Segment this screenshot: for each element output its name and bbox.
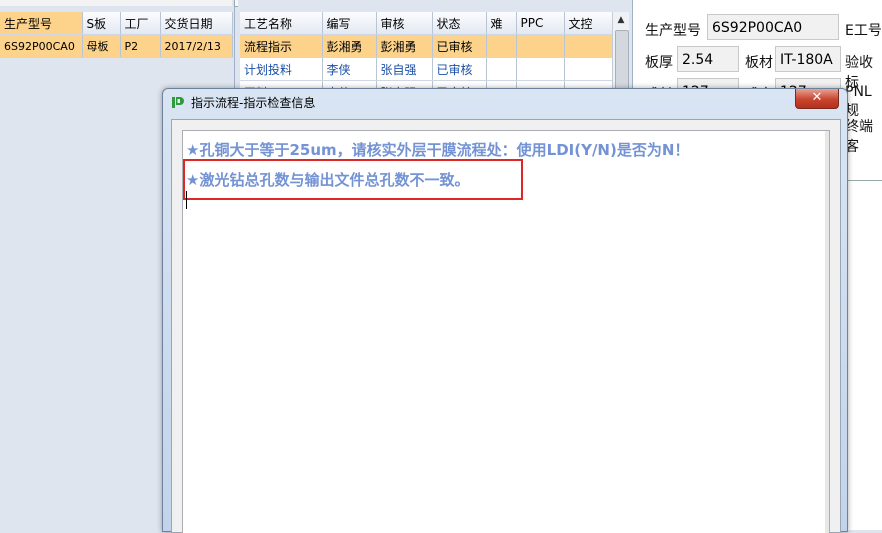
column-header-process-name[interactable]: 工艺名称 [240,12,323,35]
end-customer-label: 终端客 [845,119,873,155]
model-label: 生产型号 [645,23,701,39]
message-textarea[interactable]: ★孔铜大于等于25um，请核实外层干膜流程处：使用LDI(Y/N)是否为N！ ★… [182,130,830,533]
table-row[interactable]: 流程指示 彭湘勇 彭湘勇 已审核 [240,34,613,58]
toolbar-strip [0,0,232,6]
cell-status[interactable]: 已审核 [432,34,487,58]
column-header-ppc[interactable]: PPC [516,12,565,35]
material-label: 板材 [745,55,773,71]
dialog-body: ★孔铜大于等于25um，请核实外层干膜流程处：使用LDI(Y/N)是否为N！ ★… [171,119,841,533]
model-field[interactable]: 6S92P00CA0 [707,14,839,40]
scroll-up-arrow-icon[interactable]: ▲ [613,12,629,28]
production-list-table: 生产型号 S板 工厂 交货日期 6S92P00CA0 母板 P2 2017/2/… [0,12,233,58]
cell-difficulty[interactable] [486,57,517,81]
app-logo-icon [172,97,184,108]
cell-reviewer[interactable]: 张自强 [376,57,433,81]
cell-process-name[interactable]: 计划投料 [240,57,323,81]
cell-ppc[interactable] [516,34,565,58]
message-line-1: ★孔铜大于等于25um，请核实外层干膜流程处：使用LDI(Y/N)是否为N！ [186,141,690,159]
material-field[interactable]: IT-180A [775,46,841,72]
column-header-author[interactable]: 编写 [322,12,377,35]
column-header-model[interactable]: 生产型号 [0,12,83,35]
text-caret [186,191,187,209]
e-no-label: E工号 [845,23,882,39]
pnl-label: PNL规 [845,84,872,119]
column-header-factory[interactable]: 工厂 [120,12,161,35]
cell-doc-control[interactable] [564,57,613,81]
table-row[interactable]: 6S92P00CA0 母板 P2 2017/2/13 [0,34,233,58]
cell-status[interactable]: 已审核 [432,57,487,81]
cell-model[interactable]: 6S92P00CA0 [0,34,83,58]
cell-author[interactable]: 彭湘勇 [322,34,377,58]
column-header-difficulty[interactable]: 难 [486,12,517,35]
cell-process-name[interactable]: 流程指示 [240,34,323,58]
thickness-field[interactable]: 2.54 [677,46,739,72]
column-header-doc-control[interactable]: 文控 [564,12,613,35]
textarea-scrollbar[interactable] [825,131,829,533]
cell-doc-control[interactable] [564,34,613,58]
cell-reviewer[interactable]: 彭湘勇 [376,34,433,58]
column-header-reviewer[interactable]: 审核 [376,12,433,35]
column-header-delivery-date[interactable]: 交货日期 [160,12,233,35]
cell-s-board[interactable]: 母板 [82,34,121,58]
column-header-s-board[interactable]: S板 [82,12,121,35]
cell-difficulty[interactable] [486,34,517,58]
cell-delivery-date[interactable]: 2017/2/13 [160,34,233,58]
cell-author[interactable]: 李侠 [322,57,377,81]
thickness-label: 板厚 [645,55,673,71]
dialog-title: 指示流程-指示检查信息 [191,96,316,110]
cell-factory[interactable]: P2 [120,34,161,58]
table-row[interactable]: 计划投料 李侠 张自强 已审核 [240,57,613,81]
highlight-box [183,159,523,200]
close-button[interactable]: ✕ [795,89,839,109]
column-header-status[interactable]: 状态 [432,12,487,35]
check-info-dialog[interactable]: 指示流程-指示检查信息 ✕ ★孔铜大于等于25um，请核实外层干膜流程处：使用L… [162,88,848,533]
cell-ppc[interactable] [516,57,565,81]
